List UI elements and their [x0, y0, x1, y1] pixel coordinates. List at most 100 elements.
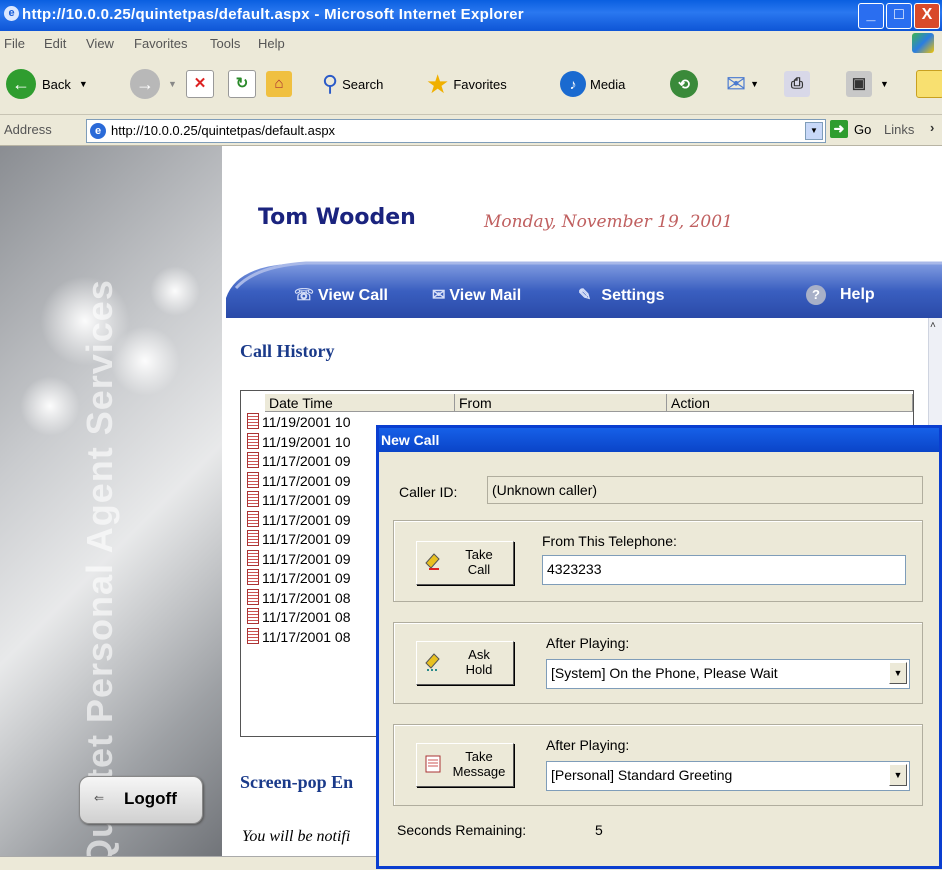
take-message-button[interactable]: Take Message: [416, 743, 514, 787]
table-row[interactable]: 11/17/2001 08: [247, 608, 351, 626]
print-button[interactable]: ⎙: [784, 67, 810, 101]
table-row[interactable]: 11/17/2001 09: [247, 569, 351, 587]
nav-help[interactable]: ? Help: [806, 285, 875, 305]
table-row[interactable]: 11/17/2001 09: [247, 510, 351, 529]
menu-help[interactable]: Help: [258, 36, 285, 51]
from-telephone-input[interactable]: 4323233: [542, 555, 906, 585]
discuss-button[interactable]: [916, 67, 942, 101]
settings-icon: ✎: [578, 287, 592, 304]
dropdown-arrow-icon[interactable]: ▼: [889, 764, 907, 786]
message-icon: [247, 608, 259, 624]
sidebar-title: Quintet Personal Agent Services: [79, 279, 120, 867]
address-input[interactable]: e http://10.0.0.25/quintetpas/default.as…: [86, 119, 826, 143]
column-header-from[interactable]: From: [455, 394, 667, 412]
back-arrow-icon: ←: [6, 69, 36, 99]
table-row[interactable]: 11/17/2001 08: [247, 588, 351, 607]
maximize-button[interactable]: □: [886, 3, 912, 29]
row-date-time: 11/17/2001 09: [262, 511, 351, 528]
go-button[interactable]: ➜ Go: [830, 120, 871, 138]
ask-hold-button[interactable]: Ask Hold: [416, 641, 514, 685]
discuss-icon: [916, 70, 942, 98]
fiber-optic-glow: [150, 266, 200, 316]
history-button[interactable]: ⟲: [670, 67, 698, 101]
menu-favorites[interactable]: Favorites: [134, 36, 187, 51]
links-label[interactable]: Links: [884, 122, 914, 137]
nav-view-mail[interactable]: ✉ View Mail: [432, 285, 521, 305]
favorites-button[interactable]: ★ Favorites: [426, 67, 507, 101]
message-icon: [247, 413, 259, 429]
menu-bar: File Edit View Favorites Tools Help: [0, 31, 942, 56]
ask-hold-group: Ask Hold After Playing: [System] On the P…: [393, 622, 923, 704]
window-title-bar[interactable]: e http://10.0.0.25/quintetpas/default.as…: [0, 0, 942, 31]
menu-view[interactable]: View: [86, 36, 114, 51]
mail-button[interactable]: ✉ ▼: [726, 67, 759, 101]
table-row[interactable]: 11/17/2001 08: [247, 627, 351, 646]
nav-view-call[interactable]: ☏ View Call: [294, 285, 388, 305]
table-row[interactable]: 11/17/2001 09: [247, 549, 351, 568]
history-icon: ⟲: [670, 70, 698, 98]
mail-icon: ✉: [432, 287, 446, 304]
edit-button[interactable]: ▣ ▼: [846, 67, 889, 101]
message-icon: [247, 432, 259, 449]
toolbar: ← Back ▼ → ▼ ✕ ↻ ⌂ ⚲ Search ★ Favorites …: [0, 55, 942, 115]
nav-bar: ☏ View Call ✉ View Mail ✎ Settings ? Help: [226, 258, 942, 318]
message-icon: [247, 627, 259, 644]
logoff-button[interactable]: ⇐ Logoff: [79, 776, 203, 824]
call-history-title: Call History: [240, 341, 335, 361]
user-name: Tom Wooden: [258, 205, 416, 230]
edit-icon: ▣: [846, 71, 872, 97]
current-date: Monday, November 19, 2001: [484, 212, 733, 232]
dropdown-arrow-icon[interactable]: ▼: [889, 662, 907, 684]
row-date-time: 11/17/2001 09: [262, 472, 351, 489]
menu-edit[interactable]: Edit: [44, 36, 66, 51]
column-header-date-time[interactable]: Date Time: [265, 394, 455, 412]
go-arrow-icon: ➜: [830, 120, 848, 138]
row-date-time: 11/17/2001 08: [262, 628, 351, 645]
nav-settings[interactable]: ✎ Settings: [578, 285, 665, 305]
forward-button[interactable]: → ▼: [130, 67, 177, 101]
help-icon: ?: [806, 285, 826, 305]
search-button[interactable]: ⚲ Search: [322, 67, 383, 101]
message-icon: [247, 452, 259, 468]
menu-tools[interactable]: Tools: [210, 36, 240, 51]
sidebar: Quintet Personal Agent Services ⇐ Logoff: [0, 146, 222, 869]
media-button[interactable]: ♪ Media: [560, 67, 625, 101]
table-row[interactable]: 11/17/2001 09: [247, 491, 351, 509]
row-date-time: 11/17/2001 09: [262, 550, 351, 567]
minimize-button[interactable]: _: [858, 3, 884, 29]
table-row[interactable]: 11/17/2001 09: [247, 452, 351, 470]
stop-button[interactable]: ✕: [186, 67, 214, 101]
greeting-select[interactable]: [Personal] Standard Greeting ▼: [546, 761, 910, 791]
message-icon: [247, 569, 259, 585]
print-icon: ⎙: [784, 71, 810, 97]
table-row[interactable]: 11/19/2001 10: [247, 432, 351, 451]
caller-id-label: Caller ID:: [399, 484, 458, 500]
mail-icon: ✉: [726, 70, 747, 98]
hold-message-select[interactable]: [System] On the Phone, Please Wait ▼: [546, 659, 910, 689]
back-arrow-icon: ⇐: [94, 791, 105, 805]
fiber-optic-glow: [20, 376, 80, 436]
table-row[interactable]: 11/17/2001 09: [247, 530, 351, 548]
home-button[interactable]: ⌂: [266, 67, 292, 101]
dialog-title[interactable]: New Call: [379, 428, 939, 452]
menu-file[interactable]: File: [4, 36, 25, 51]
address-dropdown-icon[interactable]: ▼: [805, 122, 823, 140]
seconds-remaining-label: Seconds Remaining:: [397, 822, 527, 838]
from-telephone-label: From This Telephone:: [542, 533, 677, 549]
caller-id-value: (Unknown caller): [487, 476, 923, 504]
scroll-up-icon[interactable]: ˄: [930, 320, 936, 331]
row-date-time: 11/17/2001 09: [262, 453, 351, 469]
row-date-time: 11/17/2001 08: [262, 589, 351, 606]
take-call-button[interactable]: Take Call: [416, 541, 514, 585]
chevron-right-icon[interactable]: ›: [930, 120, 934, 135]
media-icon: ♪: [560, 71, 586, 97]
table-row[interactable]: 11/17/2001 09: [247, 471, 351, 490]
windows-logo-icon: [912, 33, 934, 53]
row-date-time: 11/17/2001 09: [262, 492, 351, 508]
back-button[interactable]: ← Back ▼: [6, 67, 88, 101]
close-button[interactable]: X: [914, 3, 940, 29]
new-call-dialog[interactable]: New Call Caller ID: (Unknown caller) Tak…: [376, 425, 942, 869]
refresh-button[interactable]: ↻: [228, 67, 256, 101]
table-row[interactable]: 11/19/2001 10: [247, 413, 351, 431]
column-header-action[interactable]: Action: [667, 394, 913, 412]
